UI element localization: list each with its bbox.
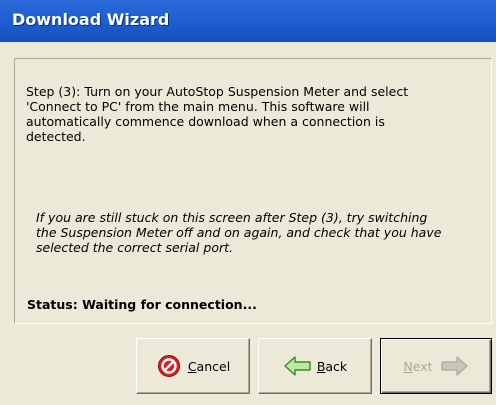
step-instructions: Step (3): Turn on your AutoStop Suspensi… <box>26 84 409 144</box>
cancel-label: ancel <box>196 358 231 374</box>
next-button[interactable]: Next <box>380 338 492 394</box>
download-wizard-window: Download Wizard Step (3): Turn on your A… <box>0 0 496 405</box>
next-accel-key: N <box>403 358 413 374</box>
title-bar[interactable]: Download Wizard <box>0 0 496 42</box>
back-button[interactable]: Back <box>258 338 372 394</box>
status-message: Status: Waiting for connection... <box>27 297 257 312</box>
cancel-button[interactable]: Cancel <box>136 338 250 394</box>
window-title: Download Wizard <box>12 10 170 29</box>
next-label: ext <box>412 358 433 374</box>
cancel-accel-key: C <box>187 358 197 374</box>
troubleshooting-hint: If you are still stuck on this screen af… <box>36 210 442 255</box>
cancel-icon <box>156 354 186 378</box>
left-arrow-icon <box>283 354 313 378</box>
right-arrow-icon <box>439 354 469 378</box>
back-label: ack <box>325 358 348 374</box>
